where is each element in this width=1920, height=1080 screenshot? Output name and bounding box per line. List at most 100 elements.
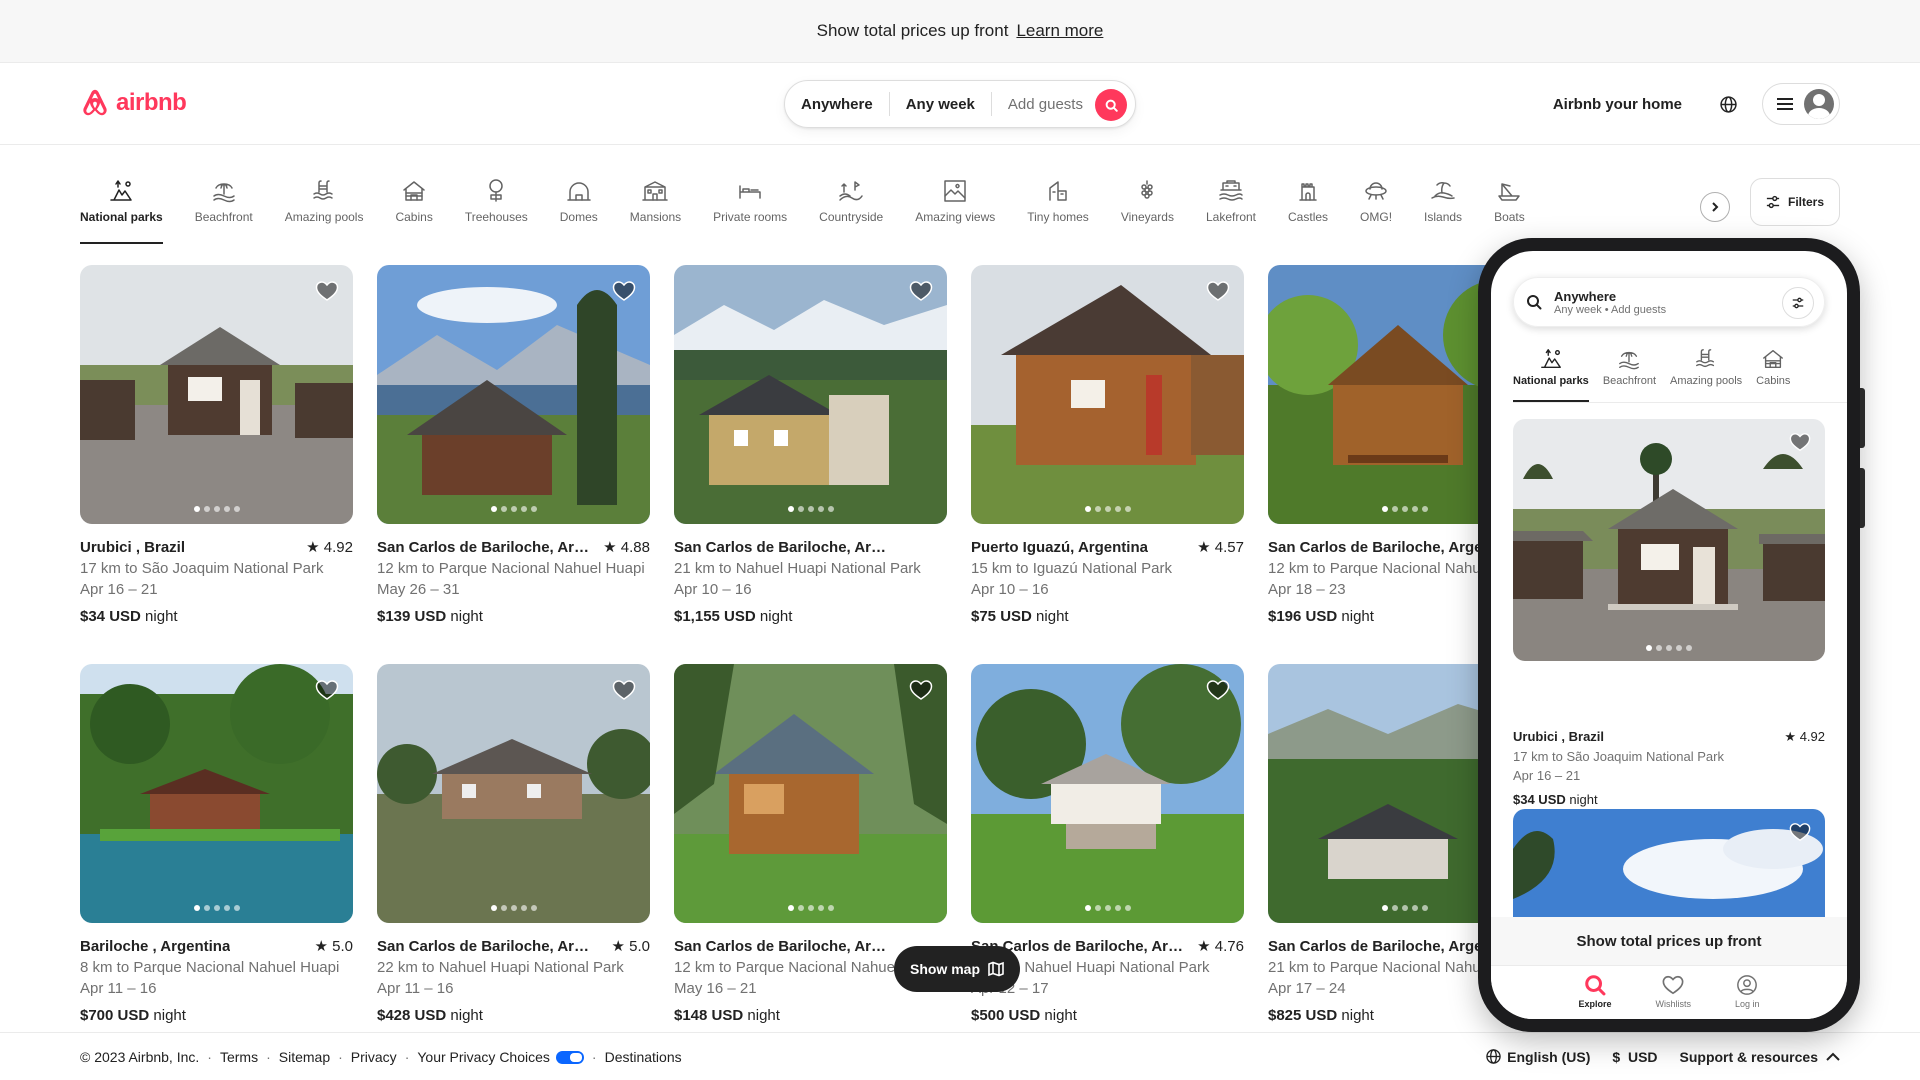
category-tiny-homes[interactable]: Tiny homes [1027,170,1089,244]
listing-photo[interactable] [971,664,1244,923]
mobile-category-amazing-pools[interactable]: Amazing pools [1670,341,1742,402]
heart-icon[interactable] [1206,678,1230,702]
search-when[interactable]: Any week [890,96,991,113]
currency-selector[interactable]: $ USD [1612,1049,1657,1065]
beachfront-icon [212,183,235,203]
footer-link-terms[interactable]: Terms [220,1049,258,1065]
mobile-search-title: Anywhere [1554,288,1617,304]
support-button[interactable]: Support & resources [1680,1049,1840,1065]
heart-icon[interactable] [612,678,636,702]
category-amazing-pools[interactable]: Amazing pools [284,170,364,244]
mobile-listing-photo[interactable] [1513,809,1825,917]
listing-photo[interactable] [971,265,1244,524]
heart-icon[interactable] [1789,431,1811,453]
footer-link-destinations[interactable]: Destinations [605,1049,682,1065]
tab-explore[interactable]: Explore [1578,974,1611,1019]
category-national-parks[interactable]: National parks [80,170,163,244]
listing-card[interactable]: San Carlos de Bariloche, Argen... ★ 5.0 … [377,664,650,1026]
search-bar[interactable]: Anywhere Any week Add guests [784,80,1136,128]
category-domes[interactable]: Domes [560,170,598,244]
category-mansions[interactable]: Mansions [630,170,681,244]
category-amazing-views[interactable]: Amazing views [915,170,995,244]
footer-link-privacy-choices[interactable]: Your Privacy Choices [417,1049,584,1065]
heart-icon[interactable] [909,678,933,702]
listing-dates: Apr 11 – 16 [80,980,157,997]
search-guests[interactable]: Add guests [992,96,1099,113]
mobile-listing-photo[interactable] [1513,419,1825,661]
listing-location: Urubici , Brazil [80,539,186,556]
listing-photo[interactable] [80,664,353,923]
listing-info: Puerto Iguazú, Argentina ★ 4.57 15 km to… [971,537,1244,627]
tab-login[interactable]: Log in [1735,974,1760,1019]
category-label: Castles [1288,210,1329,224]
category-label: Amazing pools [284,210,364,224]
listing-card[interactable]: San Carlos de Bariloche, Arge... ★ 4.88 … [377,265,650,627]
category-vineyards[interactable]: Vineyards [1121,170,1174,244]
mobile-category-cabins[interactable]: Cabins [1756,341,1790,402]
listing-photo[interactable] [674,265,947,524]
copyright: © 2023 Airbnb, Inc. [80,1048,200,1065]
price-unit: night [1044,1007,1077,1024]
globe-icon [1486,1049,1501,1064]
category-castles[interactable]: Castles [1288,170,1328,244]
category-private-rooms[interactable]: Private rooms [713,170,787,244]
host-link[interactable]: Airbnb your home [1541,84,1694,125]
category-treehouses[interactable]: Treehouses [465,170,528,244]
tab-wishlists[interactable]: Wishlists [1655,974,1691,1019]
airbnb-logo[interactable]: airbnb [80,87,187,119]
listing-card[interactable]: Urubici , Brazil ★ 4.92 17 km to São Joa… [80,265,353,627]
learn-more-link[interactable]: Learn more [1016,21,1103,41]
category-lakefront[interactable]: Lakefront [1206,170,1256,244]
footer-link-sitemap[interactable]: Sitemap [279,1049,330,1065]
mobile-search-bar[interactable]: Anywhere Any week • Add guests [1513,277,1825,327]
category-cabins[interactable]: Cabins [395,170,433,244]
language-selector[interactable]: English (US) [1486,1049,1590,1065]
heart-icon[interactable] [1789,821,1811,843]
heart-icon[interactable] [1206,279,1230,303]
listing-rating: ★ 4.92 [1784,729,1825,744]
price-value: $500 USD [971,1007,1041,1024]
category-countryside[interactable]: Countryside [819,170,883,244]
search-button[interactable] [1095,89,1127,121]
carousel-dots [674,905,947,911]
category-label: Cabins [1756,375,1791,387]
category-label: Islands [1424,210,1463,224]
mobile-filters-button[interactable] [1782,287,1814,319]
listing-photo[interactable] [377,265,650,524]
heart-icon[interactable] [315,678,339,702]
category-boats[interactable]: Boats [1494,170,1525,244]
footer-link-privacy[interactable]: Privacy [351,1049,397,1065]
heart-icon[interactable] [909,279,933,303]
logo-text: airbnb [116,89,187,116]
listing-card[interactable]: Bariloche , Argentina ★ 5.0 8 km to Parq… [80,664,353,1026]
heart-icon[interactable] [315,279,339,303]
language-label: English (US) [1507,1048,1591,1065]
mobile-category-national-parks[interactable]: National parks [1513,341,1589,402]
user-menu-button[interactable] [1762,83,1840,125]
chevron-up-icon [1826,1052,1840,1061]
category-bar: National parks Beachfront Amazing pools … [80,170,1720,244]
listing-card[interactable]: San Carlos de Bariloche, Argentina 21 km… [674,265,947,627]
rating-value: 4.88 [620,539,650,556]
search-where[interactable]: Anywhere [785,96,889,113]
listing-photo[interactable] [80,265,353,524]
show-map-button[interactable]: Show map [894,946,1020,992]
filters-button[interactable]: Filters [1750,178,1840,226]
listing-photo[interactable] [377,664,650,923]
price-value: $1,155 USD [674,608,756,625]
carousel-dots [674,506,947,512]
mansion-icon [642,181,669,201]
mobile-category-beachfront[interactable]: Beachfront [1603,341,1656,402]
price-unit: night [450,608,483,625]
categories-next-button[interactable] [1700,192,1730,222]
language-button[interactable] [1708,84,1748,124]
category-beachfront[interactable]: Beachfront [195,170,253,244]
category-islands[interactable]: Islands [1424,170,1462,244]
price-unit: night [759,608,793,625]
listing-distance: 21 km to Nahuel Huapi National Park [674,560,921,577]
listing-card[interactable]: Puerto Iguazú, Argentina ★ 4.57 15 km to… [971,265,1244,627]
category-omg[interactable]: OMG! [1360,170,1392,244]
heart-icon[interactable] [612,279,636,303]
listing-photo[interactable] [674,664,947,923]
rating-value: 4.92 [323,539,353,556]
